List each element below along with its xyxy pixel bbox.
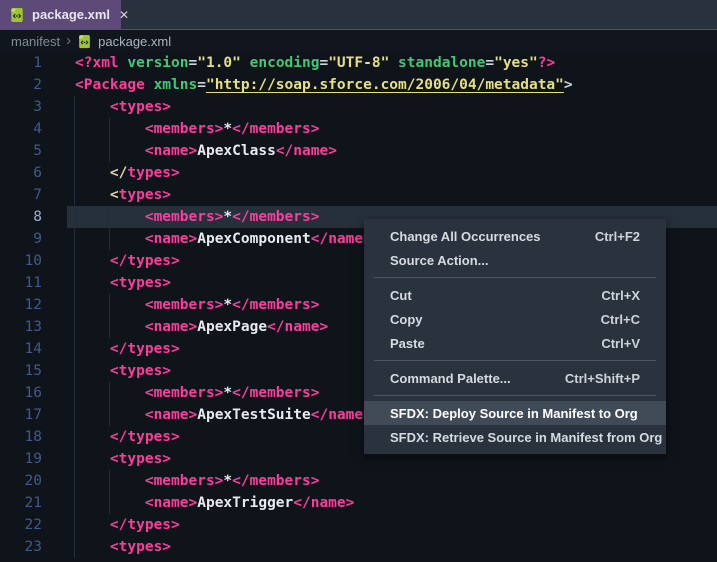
- line-number[interactable]: 5: [0, 140, 42, 162]
- line-number[interactable]: 6: [0, 162, 42, 184]
- code-line-22[interactable]: 22 </types>: [0, 514, 717, 536]
- line-number[interactable]: 22: [0, 514, 42, 536]
- code-line-5[interactable]: 5 <name>ApexClass</name>: [0, 140, 717, 162]
- code-text: <members>*</members>: [144, 121, 320, 137]
- menu-separator: [374, 360, 656, 361]
- tab-package-xml[interactable]: package.xml ✕: [0, 0, 129, 29]
- line-number[interactable]: 3: [0, 96, 42, 118]
- code-text: <name>ApexComponent</name>: [144, 231, 372, 247]
- code-text: <members>*</members>: [144, 473, 320, 489]
- tab-close-icon[interactable]: ✕: [119, 9, 129, 21]
- code-text: </types>: [109, 341, 180, 357]
- menu-item-change-all-occurrences[interactable]: Change All Occurrences Ctrl+F2: [364, 224, 666, 248]
- menu-separator: [374, 395, 656, 396]
- code-line-23[interactable]: 23 <types>: [0, 536, 717, 558]
- code-text: <name>ApexTestSuite</name>: [144, 407, 372, 423]
- line-number[interactable]: 7: [0, 184, 42, 206]
- line-number[interactable]: 13: [0, 316, 42, 338]
- code-text: <Package xmlns="http://soap.sforce.com/2…: [75, 77, 573, 93]
- line-number[interactable]: 12: [0, 294, 42, 316]
- code-line-2[interactable]: 2 <Package xmlns="http://soap.sforce.com/…: [0, 74, 717, 96]
- menu-item-label: Source Action...: [390, 252, 489, 268]
- menu-item-label: Change All Occurrences: [390, 228, 541, 244]
- tab-label: package.xml: [32, 7, 111, 22]
- code-line-6[interactable]: 6 </types>: [0, 162, 717, 184]
- line-number[interactable]: 20: [0, 470, 42, 492]
- breadcrumb-item-package-xml[interactable]: package.xml: [98, 34, 171, 49]
- menu-item-shortcut: Ctrl+X: [601, 287, 640, 303]
- menu-item-shortcut: Ctrl+Shift+P: [564, 370, 640, 386]
- code-text: <types>: [109, 539, 172, 555]
- menu-item-cut[interactable]: Cut Ctrl+X: [364, 283, 666, 307]
- line-number[interactable]: 1: [0, 52, 42, 74]
- code-text: <types>: [109, 99, 172, 115]
- code-text: <name>ApexTrigger</name>: [144, 495, 355, 511]
- xml-file-icon: [9, 7, 25, 23]
- code-text: <types>: [109, 187, 172, 203]
- menu-item-paste[interactable]: Paste Ctrl+V: [364, 331, 666, 355]
- code-text: <types>: [109, 275, 172, 291]
- code-text: </types>: [109, 165, 180, 181]
- line-number[interactable]: 2: [0, 74, 42, 96]
- code-text: <name>ApexClass</name>: [144, 143, 337, 159]
- menu-item-label: Command Palette...: [390, 370, 511, 386]
- code-text: <?xml version="1.0" encoding="UTF-8" sta…: [75, 55, 556, 71]
- code-text: </types>: [109, 429, 180, 445]
- tab-bar: package.xml ✕: [0, 0, 717, 30]
- code-line-4[interactable]: 4 <members>*</members>: [0, 118, 717, 140]
- menu-item-label: Cut: [390, 287, 412, 303]
- context-menu: Change All Occurrences Ctrl+F2 Source Acti…: [364, 219, 666, 454]
- code-text: <types>: [109, 451, 172, 467]
- menu-item-copy[interactable]: Copy Ctrl+C: [364, 307, 666, 331]
- line-number[interactable]: 19: [0, 448, 42, 470]
- line-number[interactable]: 23: [0, 536, 42, 558]
- code-line-20[interactable]: 20 <members>*</members>: [0, 470, 717, 492]
- vscode-window: package.xml ✕ manifest › package.xml 1 <?…: [0, 0, 717, 562]
- breadcrumb: manifest › package.xml: [0, 30, 717, 52]
- menu-item-sfdx-deploy-source-in-manifest-to-org[interactable]: SFDX: Deploy Source in Manifest to Org: [364, 401, 666, 425]
- menu-separator: [374, 277, 656, 278]
- code-line-1[interactable]: 1 <?xml version="1.0" encoding="UTF-8" st…: [0, 52, 717, 74]
- menu-item-sfdx-retrieve-source-in-manifest-from-org[interactable]: SFDX: Retrieve Source in Manifest from O…: [364, 425, 666, 449]
- breadcrumb-item-manifest[interactable]: manifest: [11, 34, 60, 49]
- line-number[interactable]: 10: [0, 250, 42, 272]
- menu-item-label: Paste: [390, 335, 425, 351]
- line-number[interactable]: 15: [0, 360, 42, 382]
- menu-item-shortcut: Ctrl+V: [601, 335, 640, 351]
- line-number[interactable]: 14: [0, 338, 42, 360]
- code-line-3[interactable]: 3 <types>: [0, 96, 717, 118]
- code-line-21[interactable]: 21 <name>ApexTrigger</name>: [0, 492, 717, 514]
- menu-item-label: SFDX: Retrieve Source in Manifest from O…: [390, 429, 663, 445]
- line-number[interactable]: 4: [0, 118, 42, 140]
- menu-item-shortcut: Ctrl+F2: [594, 228, 640, 244]
- chevron-right-icon: ›: [66, 31, 72, 49]
- menu-item-source-action[interactable]: Source Action...: [364, 248, 666, 272]
- menu-item-shortcut: Ctrl+C: [600, 311, 640, 327]
- code-text: <members>*</members>: [144, 297, 320, 313]
- menu-item-command-palette[interactable]: Command Palette... Ctrl+Shift+P: [364, 366, 666, 390]
- xml-file-icon: [77, 34, 92, 49]
- menu-item-label: Copy: [390, 311, 423, 327]
- line-number[interactable]: 18: [0, 426, 42, 448]
- code-text: <types>: [109, 363, 172, 379]
- menu-item-label: SFDX: Deploy Source in Manifest to Org: [390, 405, 638, 421]
- line-number[interactable]: 16: [0, 382, 42, 404]
- line-number[interactable]: 11: [0, 272, 42, 294]
- line-number[interactable]: 21: [0, 492, 42, 514]
- code-text: <members>*</members>: [144, 209, 320, 225]
- line-number[interactable]: 8: [0, 206, 42, 228]
- code-text: </types>: [109, 253, 180, 269]
- code-line-7[interactable]: 7 <types>: [0, 184, 717, 206]
- code-text: <name>ApexPage</name>: [144, 319, 329, 335]
- line-number[interactable]: 17: [0, 404, 42, 426]
- line-number[interactable]: 9: [0, 228, 42, 250]
- code-text: <members>*</members>: [144, 385, 320, 401]
- code-text: </types>: [109, 517, 180, 533]
